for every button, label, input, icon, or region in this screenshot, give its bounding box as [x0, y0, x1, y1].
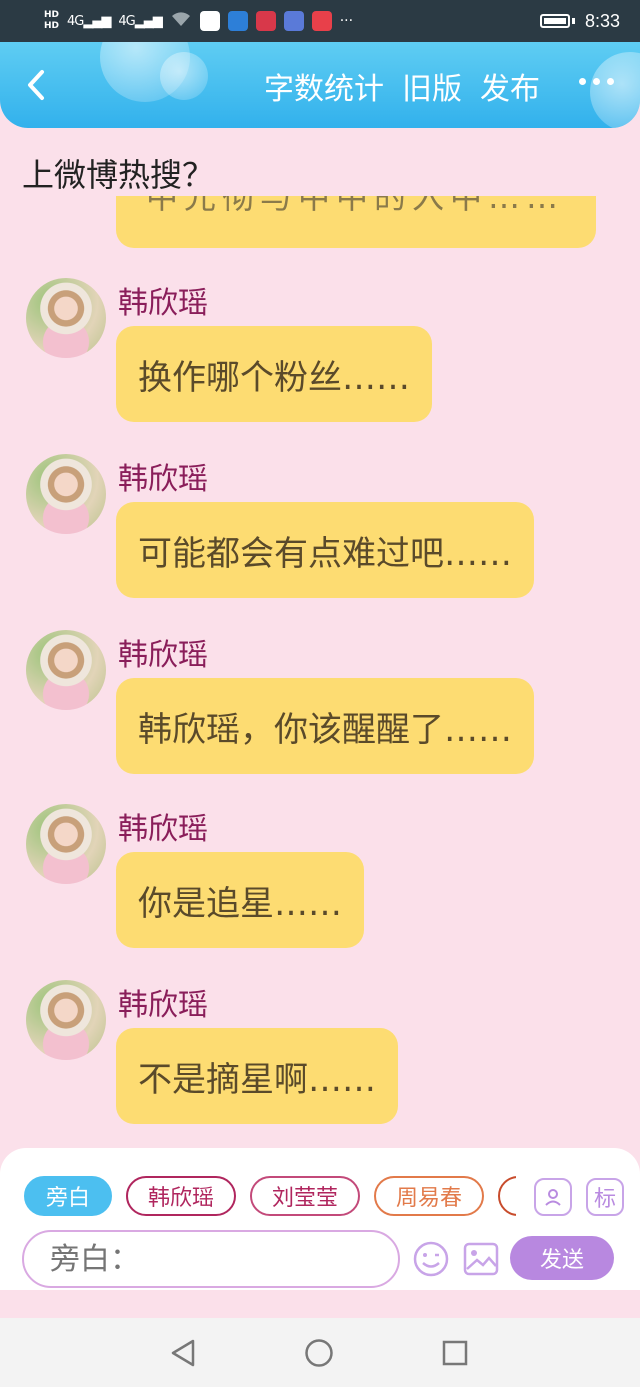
input-panel: 旁白 韩欣瑶 刘莹莹 周易春 汪 标 发送 [0, 1148, 640, 1290]
old-version-button[interactable]: 旧版 [402, 64, 462, 108]
message-input-container[interactable] [22, 1230, 400, 1288]
decor-bubble [160, 52, 208, 100]
clock: 8:33 [584, 10, 620, 31]
more-menu-button[interactable] [579, 78, 614, 85]
image-button[interactable] [462, 1240, 500, 1278]
message-bubble[interactable]: 换作哪个粉丝…… [116, 326, 432, 422]
dot-icon [593, 78, 600, 85]
role-chip[interactable]: 刘莹莹 [250, 1176, 361, 1216]
smiley-icon [413, 1241, 449, 1277]
app-icon-2 [227, 11, 248, 31]
character-profile-button[interactable] [534, 1178, 572, 1216]
person-card-icon [545, 1189, 561, 1206]
nav-home-button[interactable] [304, 1338, 334, 1368]
tag-button[interactable]: 标 [586, 1178, 624, 1216]
role-chip-narrator[interactable]: 旁白 [24, 1176, 113, 1216]
dot-icon [607, 78, 614, 85]
more-notifications: ··· [339, 13, 354, 29]
back-triangle-icon [171, 1339, 195, 1367]
app-icon-1 [199, 11, 220, 31]
message-bubble[interactable]: 不是摘星啊…… [116, 1028, 398, 1124]
app-icon-4 [283, 11, 304, 31]
role-chip[interactable]: 汪 [498, 1176, 516, 1216]
image-icon [463, 1242, 499, 1276]
battery-icon [539, 14, 570, 28]
hd-indicator: HD HD [44, 10, 60, 31]
avatar[interactable] [26, 630, 106, 710]
message-input[interactable] [50, 1241, 398, 1277]
nav-recents-button[interactable] [440, 1338, 470, 1368]
dot-icon [579, 78, 586, 85]
nav-back-button[interactable] [168, 1338, 198, 1368]
sender-name: 韩欣瑶 [118, 286, 208, 321]
signal-icon: 4G▂▄▆ [67, 13, 111, 29]
role-selector[interactable]: 旁白 韩欣瑶 刘莹莹 周易春 汪 [24, 1176, 516, 1218]
home-circle-icon [305, 1339, 333, 1367]
decor-bubble [590, 52, 640, 128]
sender-name: 韩欣瑶 [118, 638, 208, 673]
sender-name: 韩欣瑶 [118, 462, 208, 497]
chevron-left-icon [28, 70, 44, 100]
avatar[interactable] [26, 804, 106, 884]
send-button[interactable]: 发送 [510, 1236, 614, 1280]
status-bar: HD HD 4G▂▄▆ 4G▂▄▆ ··· 8:33 [0, 0, 640, 42]
message-bubble[interactable]: 可能都会有点难过吧…… [116, 502, 534, 598]
app-icon-3 [255, 11, 276, 31]
chat-area[interactable]: 上微博热搜？ 中光彻与中中的入中…… 韩欣瑶 换作哪个粉丝…… 韩欣瑶 可能都会… [0, 128, 640, 1148]
recent-square-icon [442, 1340, 468, 1366]
app-icon-5 [311, 11, 332, 31]
panel-footer [0, 1290, 640, 1318]
role-chip[interactable]: 韩欣瑶 [126, 1176, 237, 1216]
back-button[interactable] [20, 68, 52, 102]
signal-icon-2: 4G▂▄▆ [118, 13, 162, 29]
system-nav-bar [0, 1318, 640, 1387]
avatar[interactable] [26, 278, 106, 358]
role-chip[interactable]: 周易春 [374, 1176, 485, 1216]
message-bubble-partial[interactable]: 中光彻与中中的入中…… [116, 196, 596, 248]
emoji-button[interactable] [412, 1240, 450, 1278]
narration-text: 上微博热搜？ [22, 156, 215, 194]
avatar[interactable] [26, 980, 106, 1060]
wifi-icon [170, 11, 192, 31]
message-bubble[interactable]: 你是追星…… [116, 852, 364, 948]
sender-name: 韩欣瑶 [118, 988, 208, 1023]
avatar[interactable] [26, 454, 106, 534]
sender-name: 韩欣瑶 [118, 812, 208, 847]
word-count-button[interactable]: 字数统计 [264, 64, 384, 108]
app-header: 字数统计 旧版 发布 [0, 42, 640, 128]
publish-button[interactable]: 发布 [480, 64, 540, 108]
message-bubble[interactable]: 韩欣瑶，你该醒醒了…… [116, 678, 534, 774]
